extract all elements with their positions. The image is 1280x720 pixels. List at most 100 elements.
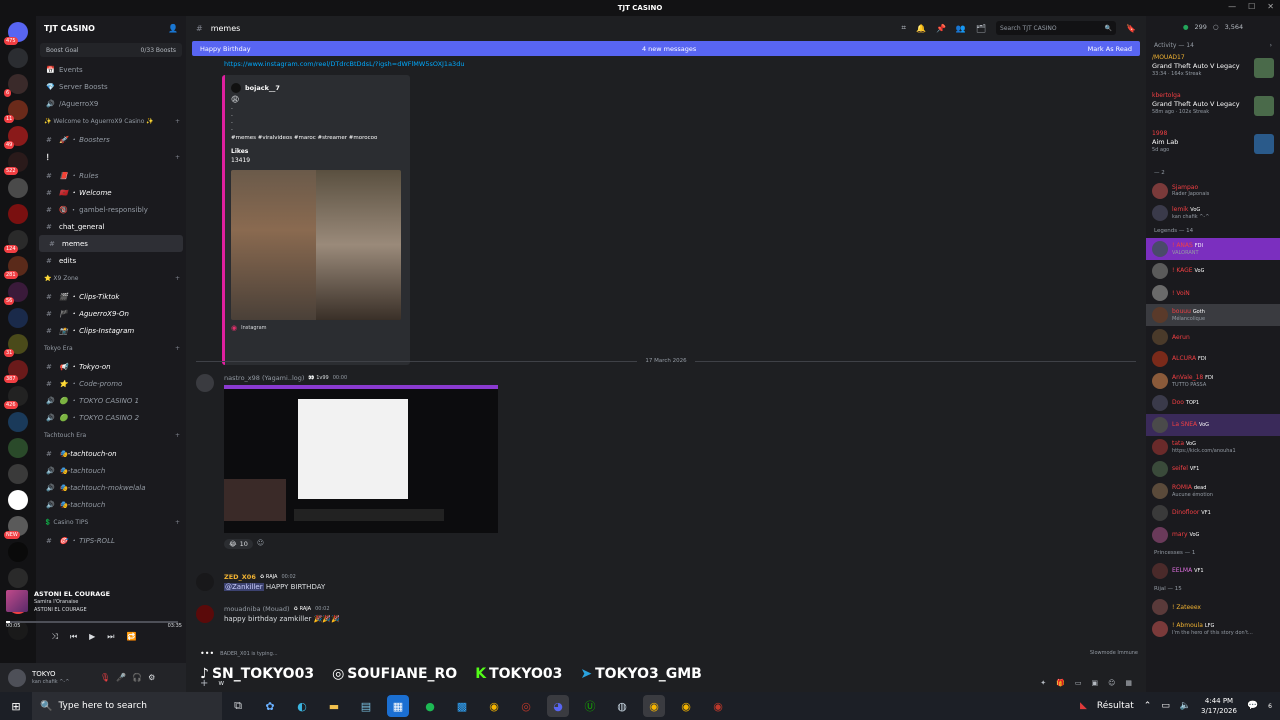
new-messages-banner[interactable]: Happy Birthday 4 new messages Mark As Re… xyxy=(192,41,1140,56)
member-list-icon[interactable]: 👥 xyxy=(956,24,966,33)
channel-item[interactable]: # 📢 ・ Tokyo-on xyxy=(36,358,186,375)
add-channel-icon[interactable]: + xyxy=(175,154,180,161)
channel-category[interactable]: Tachtouch Era + xyxy=(36,426,186,445)
member-item[interactable]: ROMIA dead Aucune émotion xyxy=(1146,480,1280,502)
copilot-icon[interactable]: ✿ xyxy=(259,695,281,717)
server-icon[interactable] xyxy=(8,308,28,328)
channel-item[interactable]: # 🏴 ・ AguerroX9-On xyxy=(36,305,186,322)
pin-icon[interactable]: 📌 xyxy=(936,24,946,33)
boost-goal-bar[interactable]: Boost Goal 0/33 Boosts xyxy=(40,43,182,57)
member-item[interactable]: mary VoG xyxy=(1146,524,1280,546)
channel-item[interactable]: 🔊/AguerroX9 xyxy=(36,95,186,112)
spotify-icon[interactable]: ● xyxy=(419,695,441,717)
gift-icon[interactable]: 🎁 xyxy=(1056,679,1065,687)
member-item[interactable]: ! ANAS FDI VALORANT xyxy=(1146,238,1280,260)
channel-category[interactable]: ✨ Welcome to AguerroX9 Casino ✨ + xyxy=(36,112,186,131)
channel-item[interactable]: 🔊 🟢 ・ TOKYO CASINO 2 xyxy=(36,409,186,426)
message-avatar[interactable] xyxy=(196,573,214,591)
clock-time[interactable]: 4:44 PM xyxy=(1201,696,1237,706)
server-icon[interactable] xyxy=(8,48,28,68)
server-header[interactable]: TJT CASINO 👤 xyxy=(36,16,186,40)
server-icon[interactable]: NEW xyxy=(4,516,28,539)
message-author[interactable]: nastro_x98 (Yagami..log) xyxy=(224,374,304,382)
channel-item[interactable]: 🔊 🎭-tachtouch xyxy=(36,496,186,513)
photoshop-icon[interactable]: ▩ xyxy=(451,695,473,717)
member-item[interactable]: Doo TOP1 xyxy=(1146,392,1280,414)
server-icon[interactable]: 31 xyxy=(4,334,28,357)
channel-item[interactable]: # 🔞 ・ gambel-responsibly xyxy=(36,201,186,218)
member-item[interactable]: ! KAGE VoG xyxy=(1146,260,1280,282)
add-channel-icon[interactable]: + xyxy=(175,519,180,526)
chrome-icon[interactable]: ◉ xyxy=(643,695,665,717)
boost-icon[interactable]: ✦ xyxy=(1040,679,1046,687)
play-icon[interactable]: ▶ xyxy=(89,632,95,642)
server-icon[interactable] xyxy=(8,542,28,562)
search-input[interactable]: Search TJT CASINO xyxy=(1000,25,1057,32)
maximize-button[interactable]: ☐ xyxy=(1248,2,1255,11)
chrome-icon[interactable]: ◉ xyxy=(675,695,697,717)
member-item[interactable]: ! Abmoula LFG I'm the hero of this story … xyxy=(1146,618,1280,640)
discord-icon[interactable]: ◕ xyxy=(547,695,569,717)
chrome-icon[interactable]: ◉ xyxy=(483,695,505,717)
channel-category[interactable]: 💲 Casino TIPS + xyxy=(36,513,186,532)
muted-icon[interactable]: 🎙 xyxy=(100,673,110,682)
mic-icon[interactable]: 🎤 xyxy=(116,673,126,682)
reaction-chip[interactable]: 😂 10 xyxy=(224,539,253,549)
server-icon[interactable] xyxy=(8,568,28,588)
member-item[interactable]: La SNEA VoG xyxy=(1146,414,1280,436)
server-icon[interactable] xyxy=(8,178,28,198)
edge-icon[interactable]: ◐ xyxy=(291,695,313,717)
server-icon[interactable]: 49 xyxy=(4,126,28,149)
server-icon[interactable] xyxy=(8,412,28,432)
server-icon[interactable]: 522 xyxy=(4,152,28,175)
server-icon[interactable] xyxy=(8,490,28,510)
previous-icon[interactable]: ⏮ xyxy=(70,632,77,642)
channel-item[interactable]: 💎 Server Boosts xyxy=(36,78,186,95)
message-avatar[interactable] xyxy=(196,374,214,392)
upwork-icon[interactable]: Ⓤ xyxy=(579,695,601,717)
notepad-icon[interactable]: ▤ xyxy=(355,695,377,717)
member-item[interactable]: seifel VF1 xyxy=(1146,458,1280,480)
channel-item[interactable]: 🔊 🎭-tachtouch-mokwelala xyxy=(36,479,186,496)
taskbar-search[interactable]: 🔍 Type here to search xyxy=(32,692,222,720)
member-item[interactable]: ! VoiN xyxy=(1146,282,1280,304)
server-icon[interactable] xyxy=(8,464,28,484)
server-icon[interactable]: 475 xyxy=(4,22,28,45)
settings-icon[interactable]: ⚙ xyxy=(148,673,155,682)
channel-category[interactable]: ❕ + xyxy=(36,148,186,167)
network-icon[interactable]: ▭ xyxy=(1161,701,1170,711)
start-button[interactable]: ⊞ xyxy=(5,695,27,717)
channel-item[interactable]: # 🇲🇦 ・ Welcome xyxy=(36,184,186,201)
weather-text[interactable]: Résultat xyxy=(1097,701,1134,711)
channel-item[interactable]: 🔊 🎭-tachtouch xyxy=(36,462,186,479)
search-box[interactable]: Search TJT CASINO 🔍 xyxy=(996,21,1117,35)
repeat-icon[interactable]: 🔁 xyxy=(127,632,137,642)
message-author[interactable]: mouadniba (Mouad) xyxy=(224,605,290,613)
channel-item[interactable]: # 🎭-tachtouch-on xyxy=(36,445,186,462)
user-avatar[interactable] xyxy=(8,668,26,687)
add-channel-icon[interactable]: + xyxy=(175,118,180,125)
server-icon[interactable]: 387 xyxy=(4,360,28,383)
help-icon[interactable]: 🔖 xyxy=(1126,24,1136,33)
channel-item[interactable]: # chat_general xyxy=(36,218,186,235)
channel-category[interactable]: Tokyo Era + xyxy=(36,339,186,358)
activity-card[interactable]: kbertolga Grand Theft Auto V Legacy 58m ag… xyxy=(1146,90,1280,128)
minimize-button[interactable]: — xyxy=(1228,2,1236,11)
inbox-icon[interactable]: 🗂 xyxy=(976,24,986,33)
channel-category[interactable]: ⭐ X9 Zone + xyxy=(36,269,186,288)
steam-icon[interactable]: ◍ xyxy=(611,695,633,717)
member-item[interactable]: ! Zateeex xyxy=(1146,596,1280,618)
headset-icon[interactable]: 🎧 xyxy=(132,673,142,682)
clock-date[interactable]: 3/17/2026 xyxy=(1201,706,1237,716)
channel-item[interactable]: # 🚀 ・ Boosters xyxy=(36,131,186,148)
add-channel-icon[interactable]: + xyxy=(175,345,180,352)
add-member-icon[interactable]: 👤 xyxy=(168,24,178,33)
channel-item[interactable]: # memes xyxy=(39,235,183,252)
add-channel-icon[interactable]: + xyxy=(175,432,180,439)
volume-icon[interactable]: 🔈 xyxy=(1180,701,1191,711)
member-item[interactable]: bouuu Goth Mélancolique xyxy=(1146,304,1280,326)
tray-chevron-icon[interactable]: ⌃ xyxy=(1144,701,1152,711)
channel-item[interactable]: # 📸 ・ Clips-Instagram xyxy=(36,322,186,339)
track-progress-bar[interactable] xyxy=(6,621,178,623)
sticker-icon[interactable]: ▣ xyxy=(1091,679,1098,687)
